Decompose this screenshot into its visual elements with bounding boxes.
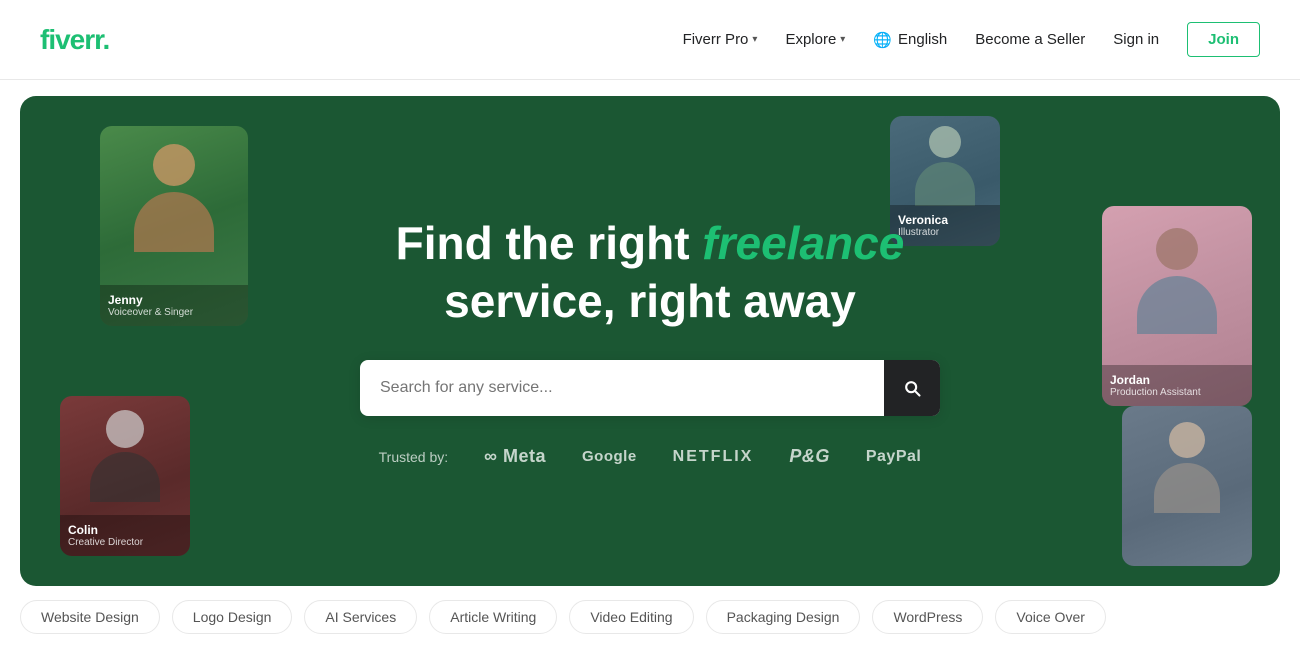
google-logo: Google bbox=[582, 448, 637, 465]
navbar: fiverr. Fiverr Pro ▾ Explore ▾ 🌐 English… bbox=[0, 0, 1300, 80]
explore-chevron-icon: ▾ bbox=[840, 34, 845, 45]
search-button[interactable] bbox=[884, 360, 940, 416]
explore-menu[interactable]: Explore ▾ bbox=[785, 31, 845, 48]
trusted-label: Trusted by: bbox=[379, 449, 449, 465]
pill-wordpress[interactable]: WordPress bbox=[872, 600, 983, 634]
jenny-card-label: Jenny Voiceover & Singer bbox=[100, 285, 248, 326]
meta-logo: ∞ Meta bbox=[484, 446, 546, 467]
bottom-pills-row: Website Design Logo Design AI Services A… bbox=[0, 586, 1300, 648]
fiverr-pro-label: Fiverr Pro bbox=[683, 31, 749, 48]
become-seller-link[interactable]: Become a Seller bbox=[975, 31, 1085, 48]
hero-title-part1: Find the right bbox=[396, 217, 703, 269]
logo-dot: . bbox=[103, 24, 110, 55]
hero-content: Find the right freelance service, right … bbox=[360, 215, 940, 467]
search-icon bbox=[902, 378, 922, 398]
explore-label: Explore bbox=[785, 31, 836, 48]
colin-card-label: Colin Creative Director bbox=[60, 515, 190, 556]
freelancer-card-jenny: Jenny Voiceover & Singer bbox=[100, 126, 248, 326]
hero-title: Find the right freelance service, right … bbox=[360, 215, 940, 330]
nav-links: Fiverr Pro ▾ Explore ▾ 🌐 English Become … bbox=[683, 22, 1260, 57]
pill-logo-design[interactable]: Logo Design bbox=[172, 600, 293, 634]
colin-name: Colin bbox=[68, 523, 182, 537]
search-input[interactable] bbox=[360, 379, 884, 397]
jordan-title: Production Assistant bbox=[1110, 387, 1244, 398]
pill-video-editing[interactable]: Video Editing bbox=[569, 600, 693, 634]
jenny-title: Voiceover & Singer bbox=[108, 307, 240, 318]
jordan-name: Jordan bbox=[1110, 373, 1244, 387]
join-button[interactable]: Join bbox=[1187, 22, 1260, 57]
language-selector[interactable]: 🌐 English bbox=[873, 31, 947, 49]
freelancer-card-extra bbox=[1122, 406, 1252, 566]
jordan-card-label: Jordan Production Assistant bbox=[1102, 365, 1252, 406]
fiverr-pro-menu[interactable]: Fiverr Pro ▾ bbox=[683, 31, 758, 48]
hero-title-part2: service, right away bbox=[444, 275, 856, 327]
jenny-name: Jenny bbox=[108, 293, 240, 307]
pill-article-writing[interactable]: Article Writing bbox=[429, 600, 557, 634]
language-label: English bbox=[898, 31, 947, 48]
fiverr-pro-chevron-icon: ▾ bbox=[752, 34, 757, 45]
pill-ai-services[interactable]: AI Services bbox=[304, 600, 417, 634]
netflix-logo: NETFLIX bbox=[673, 448, 754, 466]
pg-logo: P&G bbox=[789, 446, 830, 467]
freelancer-card-jordan: Jordan Production Assistant bbox=[1102, 206, 1252, 406]
trusted-by-row: Trusted by: ∞ Meta Google NETFLIX P&G Pa… bbox=[360, 446, 940, 467]
logo[interactable]: fiverr. bbox=[40, 24, 109, 56]
hero-title-accent: freelance bbox=[702, 217, 904, 269]
paypal-logo: PayPal bbox=[866, 448, 921, 466]
pill-voice-over[interactable]: Voice Over bbox=[995, 600, 1105, 634]
hero-section: Jenny Voiceover & Singer Colin Creative … bbox=[20, 96, 1280, 586]
search-bar bbox=[360, 360, 940, 416]
globe-icon: 🌐 bbox=[873, 31, 892, 49]
pill-packaging-design[interactable]: Packaging Design bbox=[706, 600, 861, 634]
freelancer-card-colin: Colin Creative Director bbox=[60, 396, 190, 556]
colin-title: Creative Director bbox=[68, 537, 182, 548]
logo-text: fiverr bbox=[40, 24, 103, 55]
pill-website-design[interactable]: Website Design bbox=[20, 600, 160, 634]
signin-link[interactable]: Sign in bbox=[1113, 31, 1159, 48]
